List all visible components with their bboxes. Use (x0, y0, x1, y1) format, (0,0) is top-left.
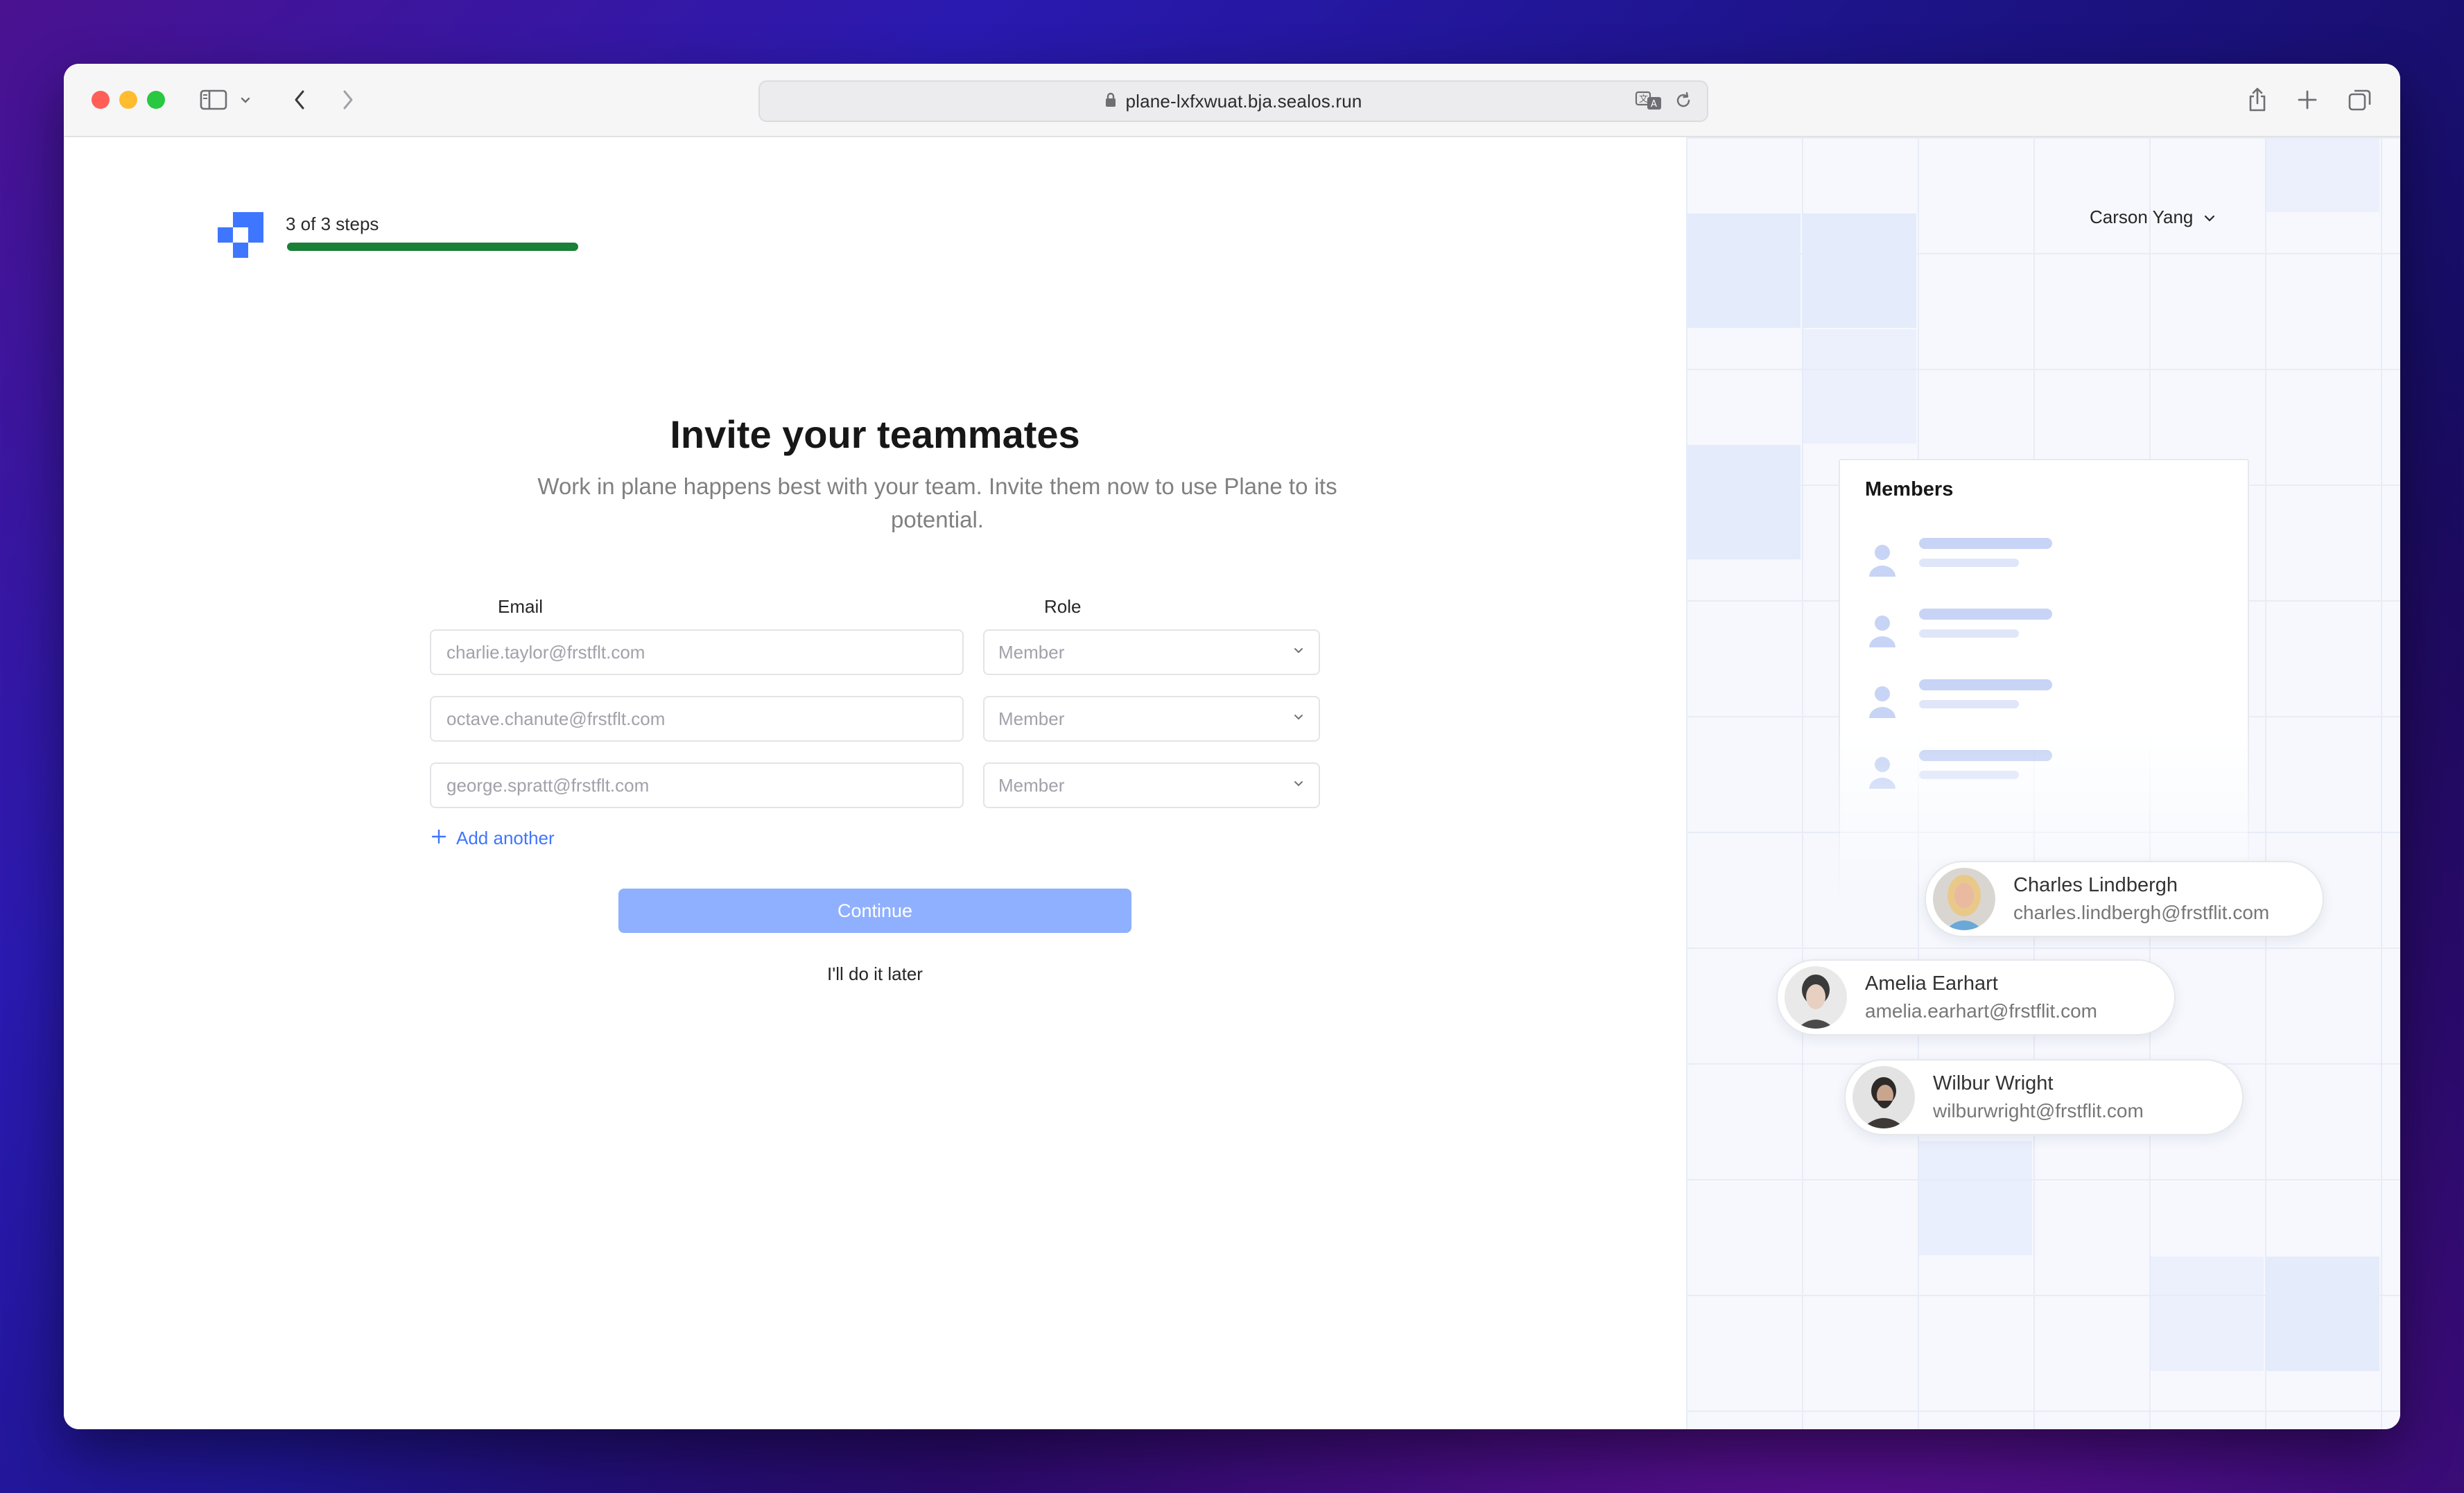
placeholder-bar (1919, 750, 2052, 761)
translate-icon[interactable]: 文A (1635, 90, 1663, 114)
person-info: Charles Lindbergh charles.lindbergh@frst… (2013, 871, 2269, 927)
grid-tile (2265, 1257, 2379, 1371)
close-window-button[interactable] (92, 91, 110, 109)
zoom-window-button[interactable] (147, 91, 165, 109)
chevron-down-icon (2203, 207, 2216, 228)
person-name: Amelia Earhart (1865, 972, 1998, 995)
placeholder-bar (1919, 771, 2019, 779)
member-placeholder-row (1865, 536, 2073, 578)
role-select[interactable]: Member (983, 629, 1320, 675)
email-column-label: Email (498, 596, 544, 617)
placeholder-bar (1919, 679, 2052, 690)
placeholder-bar (1919, 700, 2019, 708)
placeholder-bar (1919, 559, 2019, 567)
email-field[interactable] (430, 696, 964, 742)
person-info: Amelia Earhart amelia.earhart@frstflit.c… (1865, 970, 2097, 1025)
forward-arrow-icon[interactable] (333, 85, 363, 115)
lock-icon (1104, 91, 1117, 112)
avatar (1853, 1066, 1915, 1128)
reload-icon[interactable] (1674, 91, 1693, 114)
address-bar[interactable]: plane-lxfxwuat.bja.sealos.run 文A (758, 80, 1708, 122)
person-info: Wilbur Wright wilburwright@frstflit.com (1933, 1069, 2144, 1125)
share-icon[interactable] (2242, 85, 2273, 115)
person-name: Wilbur Wright (1933, 1072, 2054, 1094)
url-text: plane-lxfxwuat.bja.sealos.run (1125, 90, 1362, 112)
back-arrow-icon[interactable] (284, 85, 315, 115)
progress-fill (287, 243, 578, 251)
members-card: Members (1839, 459, 2249, 902)
sidebar-icon[interactable] (198, 85, 229, 115)
add-another-label: Add another (456, 828, 555, 848)
browser-window: plane-lxfxwuat.bja.sealos.run 文A 3 of 3 … (64, 64, 2400, 1429)
person-card: Charles Lindbergh charles.lindbergh@frst… (1925, 861, 2324, 937)
user-icon (1865, 613, 1900, 652)
user-name: Carson Yang (2090, 207, 2194, 227)
person-name: Charles Lindbergh (2013, 874, 2178, 896)
role-select-value: Member (998, 641, 1065, 663)
role-select[interactable]: Member (983, 762, 1320, 808)
avatar (1933, 868, 1995, 930)
steps-counter: 3 of 3 steps (286, 213, 379, 234)
person-email: amelia.earhart@frstflit.com (1865, 1000, 2097, 1022)
browser-toolbar: plane-lxfxwuat.bja.sealos.run 文A (64, 64, 2400, 137)
placeholder-bar (1919, 609, 2052, 620)
new-tab-icon[interactable] (2292, 85, 2323, 115)
plane-logo (218, 212, 263, 258)
chevron-down-icon (1292, 779, 1305, 792)
user-icon (1865, 754, 1900, 794)
progress-bar (287, 243, 578, 251)
role-column-label: Role (1044, 596, 1082, 617)
email-field[interactable] (430, 629, 964, 675)
tab-overview-icon[interactable] (2345, 85, 2375, 115)
chevron-down-icon (1292, 713, 1305, 725)
members-title: Members (1865, 478, 1954, 500)
member-placeholder-row (1865, 749, 2073, 790)
svg-text:文: 文 (1639, 94, 1648, 105)
email-field[interactable] (430, 762, 964, 808)
grid-tile (1918, 1141, 2032, 1255)
svg-text:A: A (1651, 99, 1657, 110)
role-select-value: Member (998, 774, 1065, 796)
chevron-down-icon[interactable] (237, 85, 254, 115)
user-icon (1865, 542, 1900, 582)
grid-tile (2149, 1257, 2264, 1371)
person-card: Wilbur Wright wilburwright@frstflit.com (1844, 1059, 2244, 1135)
person-email: wilburwright@frstflit.com (1933, 1100, 2144, 1121)
grid-tile (1686, 213, 1801, 328)
grid-tile (1686, 445, 1801, 559)
page-content: 3 of 3 steps Invite your teammates Work … (64, 137, 2400, 1429)
person-card: Amelia Earhart amelia.earhart@frstflit.c… (1776, 959, 2176, 1036)
user-icon (1865, 683, 1900, 723)
add-another-button[interactable]: Add another (431, 828, 555, 849)
grid-tile (1802, 213, 1916, 328)
user-menu[interactable]: Carson Yang (2090, 207, 2216, 228)
onboarding-pane: 3 of 3 steps Invite your teammates Work … (64, 137, 1686, 1429)
minimize-window-button[interactable] (119, 91, 137, 109)
person-email: charles.lindbergh@frstflit.com (2013, 902, 2270, 923)
avatar (1785, 966, 1847, 1029)
placeholder-bar (1919, 538, 2052, 549)
page-title: Invite your teammates (670, 412, 1080, 456)
chevron-down-icon (1292, 646, 1305, 658)
role-select-value: Member (998, 708, 1065, 729)
member-placeholder-row (1865, 678, 2073, 719)
illustration-pane: Carson Yang Members Charles Lindbergh ch… (1686, 137, 2400, 1429)
continue-button[interactable]: Continue (618, 889, 1131, 933)
member-placeholder-row (1865, 607, 2073, 649)
placeholder-bar (1919, 629, 2019, 638)
plus-icon (431, 828, 446, 849)
page-subtitle: Work in plane happens best with your tea… (537, 473, 1337, 532)
grid-tile (2265, 137, 2379, 212)
role-select[interactable]: Member (983, 696, 1320, 742)
skip-link[interactable]: I'll do it later (64, 963, 1686, 985)
grid-tile (1802, 329, 1916, 444)
